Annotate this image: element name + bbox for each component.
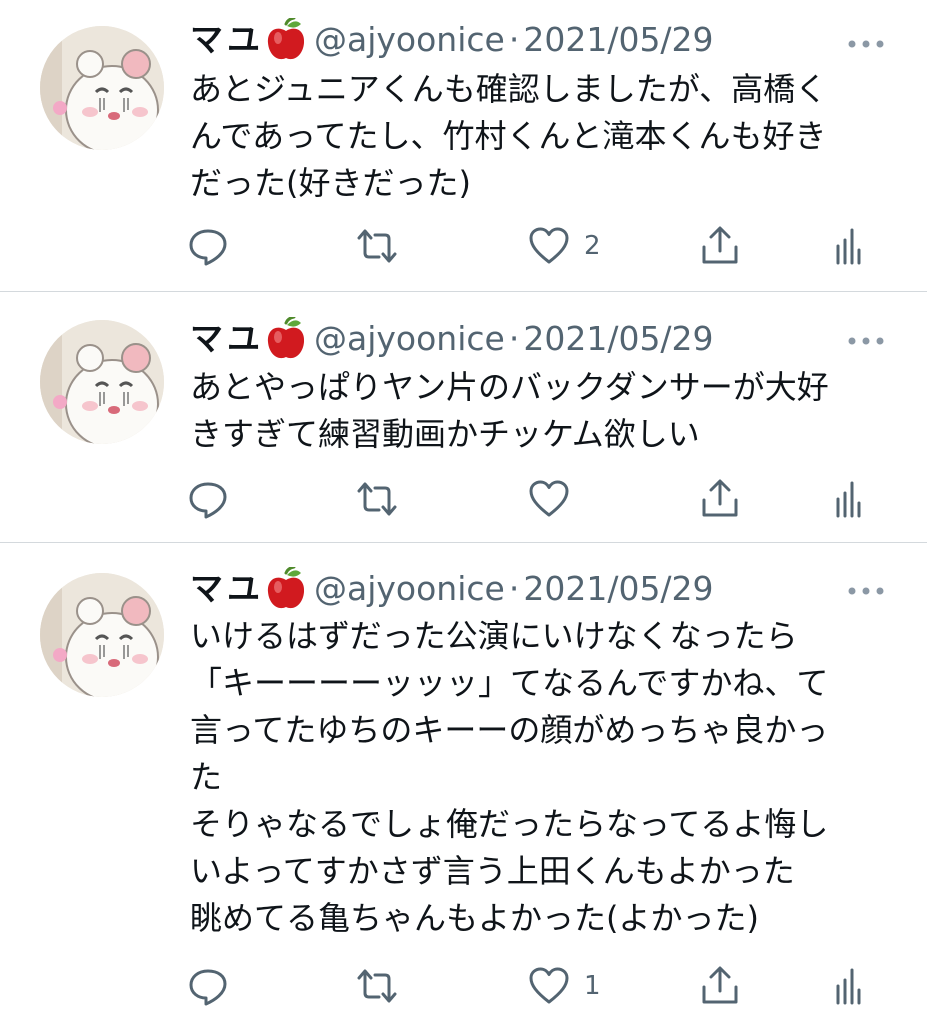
- heart-icon: [529, 967, 569, 1004]
- tweet-text: いけるはずだった公演にいけなくなったら 「キーーーーッッッ」てなるんですかね、て…: [190, 613, 910, 942]
- tweet-text-line: いよってすかさず言う上田くんもよかった: [190, 852, 795, 890]
- avatar[interactable]: [40, 573, 164, 697]
- avatar-image: [40, 320, 164, 444]
- tweet-text-line: んであってたし、竹村くんと滝本くんも好き: [190, 117, 827, 155]
- reply-button[interactable]: [188, 222, 228, 270]
- separator-dot: ·: [508, 20, 520, 59]
- tweet-text-line: た: [190, 758, 223, 796]
- share-icon: [702, 966, 738, 1004]
- tweet-date[interactable]: 2021/05/29: [523, 15, 713, 65]
- reply-icon: [189, 482, 227, 519]
- reply-icon: [189, 969, 227, 1006]
- reply-button[interactable]: [188, 475, 228, 523]
- display-name[interactable]: マユ: [190, 314, 264, 364]
- user-handle[interactable]: @ajyoonice: [314, 564, 505, 614]
- more-options-icon[interactable]: [846, 582, 886, 595]
- tweet-text-line: あとジュニアくんも確認しましたが、高橋く: [190, 70, 828, 108]
- retweet-icon: [357, 229, 397, 263]
- tweet-date[interactable]: 2021/05/29: [523, 314, 713, 364]
- tweet-actions: [0, 475, 927, 523]
- red-apple-icon: [266, 565, 306, 611]
- tweet-text-line: きすぎて練習動画かチッケム欲しい: [190, 415, 700, 453]
- share-button[interactable]: [700, 962, 740, 1010]
- tweet[interactable]: マユ @ajyoonice · 2021/05/29 あとジュニアくんも確認しま…: [0, 0, 927, 292]
- tweet-header: マユ @ajyoonice · 2021/05/29: [190, 314, 714, 364]
- tweet-text: あとやっぱりヤン片のバックダンサーが大好 きすぎて練習動画かチッケム欲しい: [190, 364, 910, 458]
- avatar-image: [40, 573, 164, 697]
- separator-dot: ·: [508, 319, 520, 358]
- retweet-button[interactable]: [355, 475, 399, 523]
- tweet-text-line: そりゃなるでしょ俺だったらなってるよ悔し: [190, 805, 829, 843]
- analytics-icon: [836, 968, 861, 1005]
- tweet-header: マユ @ajyoonice · 2021/05/29: [190, 564, 714, 614]
- analytics-button[interactable]: [834, 222, 862, 270]
- user-handle[interactable]: @ajyoonice: [314, 15, 505, 65]
- tweet-actions: 2: [0, 222, 927, 270]
- analytics-icon: [836, 228, 861, 265]
- retweet-icon: [357, 969, 397, 1003]
- red-apple-icon: [266, 315, 306, 361]
- retweet-button[interactable]: [355, 222, 399, 270]
- display-name[interactable]: マユ: [190, 15, 264, 65]
- like-count: 2: [584, 231, 601, 261]
- more-options-icon[interactable]: [846, 35, 886, 48]
- tweet-timeline: マユ @ajyoonice · 2021/05/29 あとジュニアくんも確認しま…: [0, 0, 927, 1024]
- reply-icon: [189, 229, 227, 266]
- tweet-text-line: 眺めてる亀ちゃんもよかった(よかった): [190, 899, 759, 937]
- analytics-button[interactable]: [834, 475, 862, 523]
- like-button[interactable]: 1: [528, 962, 601, 1010]
- tweet-text: あとジュニアくんも確認しましたが、高橋く んであってたし、竹村くんと滝本くんも好…: [190, 66, 910, 207]
- share-button[interactable]: [700, 222, 740, 270]
- tweet-header: マユ @ajyoonice · 2021/05/29: [190, 15, 714, 65]
- red-apple-icon: [266, 16, 306, 62]
- tweet-actions: 1: [0, 962, 927, 1010]
- retweet-button[interactable]: [355, 962, 399, 1010]
- user-handle[interactable]: @ajyoonice: [314, 314, 505, 364]
- more-options-icon[interactable]: [846, 332, 886, 345]
- divider: [0, 542, 927, 543]
- share-button[interactable]: [700, 475, 740, 523]
- heart-icon: [529, 227, 569, 264]
- like-count: 1: [584, 971, 601, 1001]
- avatar[interactable]: [40, 26, 164, 150]
- divider: [0, 291, 927, 292]
- avatar[interactable]: [40, 320, 164, 444]
- heart-icon: [529, 480, 569, 517]
- tweet-text-line: 言ってたゆちのキーーの顔がめっちゃ良かっ: [190, 711, 829, 749]
- avatar-image: [40, 26, 164, 150]
- like-button[interactable]: [528, 475, 584, 523]
- analytics-icon: [836, 481, 861, 518]
- reply-button[interactable]: [188, 962, 228, 1010]
- retweet-icon: [357, 482, 397, 516]
- tweet-date[interactable]: 2021/05/29: [523, 564, 713, 614]
- share-icon: [702, 226, 738, 264]
- tweet-text-line: いけるはずだった公演にいけなくなったら: [190, 617, 798, 655]
- analytics-button[interactable]: [834, 962, 862, 1010]
- share-icon: [702, 479, 738, 517]
- tweet-text-line: 「キーーーーッッッ」てなるんですかね、て: [190, 664, 829, 702]
- display-name[interactable]: マユ: [190, 564, 264, 614]
- tweet-text-line: あとやっぱりヤン片のバックダンサーが大好: [190, 368, 829, 406]
- separator-dot: ·: [508, 569, 520, 608]
- like-button[interactable]: 2: [528, 222, 601, 270]
- tweet-text-line: だった(好きだった): [190, 164, 471, 202]
